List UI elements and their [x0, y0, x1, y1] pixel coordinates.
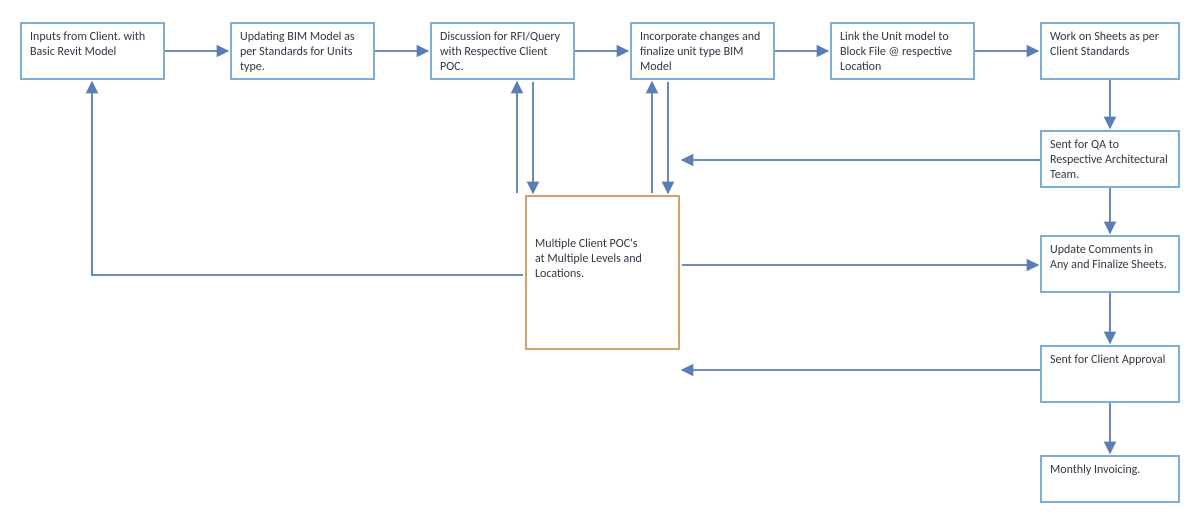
box-label: Inputs from Client. with Basic Revit Mod… [30, 30, 145, 59]
box-monthly-invoicing: Monthly Invoicing. [1040, 455, 1180, 503]
box-updating-bim-model: Updating BIM Model as per Standards for … [230, 22, 375, 80]
box-label: Sent for Client Approval [1050, 353, 1165, 367]
box-label: Sent for QA to Respective Architectural … [1050, 138, 1168, 182]
box-label: Work on Sheets as per Client Standards [1050, 30, 1159, 59]
box-label: Link the Unit model to Block File @ resp… [840, 30, 952, 74]
box-label: Update Comments in Any and Finalize Shee… [1050, 243, 1167, 272]
box-sent-for-client-approval: Sent for Client Approval [1040, 345, 1180, 403]
box-work-on-sheets: Work on Sheets as per Client Standards [1040, 22, 1180, 80]
box-label: Updating BIM Model as per Standards for … [240, 30, 355, 74]
box-multiple-client-poc: Multiple Client POC's at Multiple Levels… [525, 195, 680, 350]
box-incorporate-changes: Incorporate changes and finalize unit ty… [630, 22, 775, 80]
arrow-central-b1 [92, 82, 523, 275]
box-label: Multiple Client POC's at Multiple Levels… [535, 237, 642, 281]
box-label: Incorporate changes and finalize unit ty… [640, 30, 760, 74]
box-inputs-from-client: Inputs from Client. with Basic Revit Mod… [20, 22, 165, 80]
box-label: Monthly Invoicing. [1050, 463, 1140, 477]
box-discussion-rfi: Discussion for RFI/Query with Respective… [430, 22, 575, 80]
box-link-unit-model: Link the Unit model to Block File @ resp… [830, 22, 975, 80]
flowchart: Inputs from Client. with Basic Revit Mod… [0, 0, 1200, 532]
box-label: Discussion for RFI/Query with Respective… [440, 30, 560, 74]
box-sent-for-qa: Sent for QA to Respective Architectural … [1040, 130, 1180, 188]
box-update-comments: Update Comments in Any and Finalize Shee… [1040, 235, 1180, 293]
